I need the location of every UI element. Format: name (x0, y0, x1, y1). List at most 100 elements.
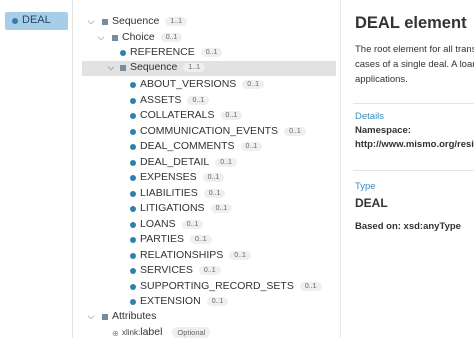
tree-row-element[interactable]: SERVICES 0..1 (72, 264, 340, 279)
chevron-down-icon[interactable]: ⌵ (96, 32, 106, 43)
chevron-down-icon[interactable]: ⌵ (86, 16, 96, 27)
schema-tree: ⌵ Sequence 1..1 ⌵ Choice 0..1 REFERENCE 0..… (72, 0, 340, 338)
tree-row-element[interactable]: EXPENSES 0..1 (72, 171, 340, 186)
tree-row-attributes[interactable]: ⌵ Attributes (72, 310, 340, 325)
element-label: SUPPORTING_RECORD_SETS (140, 279, 294, 292)
element-label: COLLATERALS (140, 109, 215, 121)
choice-label: Choice (122, 31, 155, 43)
tree-row-element[interactable]: COLLATERALS 0..1 (72, 109, 340, 124)
cardinality-badge: 0..1 (284, 126, 306, 136)
root-item-deal[interactable]: DEAL (5, 12, 68, 30)
element-label: COMMUNICATION_EVENTS (140, 124, 279, 137)
cardinality-badge: 0..1 (203, 188, 226, 198)
cardinality-badge: 1..1 (165, 17, 187, 26)
element-label: PARTIES (140, 233, 184, 245)
cardinality-badge: 0..1 (206, 297, 229, 306)
type-value: DEAL (355, 196, 388, 210)
element-label: LITIGATIONS (140, 202, 205, 214)
element-icon (130, 175, 136, 181)
tree-row-choice[interactable]: ⌵ Choice 0..1 (72, 31, 340, 46)
tree-row-element[interactable]: LITIGATIONS 0..1 (72, 202, 340, 217)
element-icon (130, 97, 136, 104)
element-icon (130, 159, 136, 166)
tree-row-reference[interactable]: REFERENCE 0..1 (72, 46, 340, 61)
cardinality-badge: 0..1 (210, 204, 233, 213)
element-icon (130, 206, 136, 212)
element-icon (130, 128, 136, 135)
attribute-icon: ⊕ (112, 329, 119, 338)
root-item-label: DEAL (22, 14, 51, 26)
cardinality-badge: 0..1 (200, 48, 223, 57)
element-label: EXPENSES (140, 171, 197, 183)
divider (353, 103, 474, 104)
attributes-label: Attributes (112, 310, 157, 322)
cardinality-badge: 0..1 (189, 235, 212, 244)
element-label: EXTENSION (140, 295, 201, 307)
cardinality-badge: 0..1 (181, 219, 204, 229)
cardinality-badge: 0..1 (229, 250, 251, 260)
element-icon (130, 299, 136, 305)
tree-row-element[interactable]: LIABILITIES 0..1 (72, 187, 340, 202)
element-icon (130, 82, 136, 88)
element-label: SERVICES (140, 264, 193, 276)
tree-row-element[interactable]: ABOUT_VERSIONS 0..1 (72, 78, 340, 93)
tree-row-element[interactable]: DEAL_DETAIL 0..1 (72, 156, 340, 171)
element-label: ABOUT_VERSIONS (140, 78, 237, 90)
tree-row-element[interactable]: RELATIONSHIPS 0..1 (72, 249, 340, 264)
root-panel: DEAL (0, 0, 73, 338)
cardinality-badge: 0..1 (202, 173, 225, 182)
tree-row-element[interactable]: DEAL_COMMENTS 0..1 (72, 140, 340, 155)
tree-row-element[interactable]: ASSETS 0..1 (72, 94, 340, 109)
element-icon (130, 252, 136, 259)
tree-row-sequence[interactable]: ⌵ Sequence 1..1 (72, 15, 340, 30)
element-label: DEAL_DETAIL (140, 155, 210, 168)
element-label: RELATIONSHIPS (140, 248, 224, 261)
page-title: DEAL element (355, 14, 467, 32)
inner-sequence-label: Sequence (130, 61, 178, 73)
chevron-down-icon[interactable]: ⌵ (86, 311, 96, 322)
cardinality-badge: 0..1 (187, 95, 210, 105)
cardinality-badge: 0..1 (242, 80, 264, 89)
tree-row-element[interactable]: LOANS 0..1 (72, 218, 340, 233)
element-icon (130, 268, 136, 274)
element-icon (130, 113, 136, 119)
element-icon (130, 144, 136, 150)
element-label: LOANS (140, 217, 176, 230)
sequence-label: Sequence (112, 15, 160, 27)
based-on: Based on: xsd:anyType (355, 221, 461, 232)
tree-row-element[interactable]: EXTENSION 0..1 (72, 295, 340, 310)
sequence-icon (120, 65, 126, 71)
optional-badge: Optional (172, 327, 211, 338)
reference-label: REFERENCE (130, 46, 195, 58)
element-icon (130, 237, 136, 243)
divider (353, 170, 474, 171)
details-section-label: Details (355, 111, 385, 122)
sequence-icon (102, 19, 108, 25)
element-icon (130, 190, 136, 197)
cardinality-badge: 0..1 (240, 142, 263, 151)
namespace-value: http://www.mismo.org/resid (355, 139, 474, 150)
cardinality-badge: 0..1 (215, 157, 237, 167)
cardinality-badge: 0..1 (198, 266, 221, 275)
element-icon (12, 18, 18, 24)
element-label: LIABILITIES (140, 186, 198, 199)
element-label: ASSETS (140, 93, 182, 106)
chevron-down-icon[interactable]: ⌵ (106, 62, 116, 73)
cardinality-badge: 1..1 (183, 63, 205, 72)
details-panel: DEAL element The root element for all tr… (340, 0, 474, 338)
tree-row-element[interactable]: COMMUNICATION_EVENTS 0..1 (72, 125, 340, 140)
attribute-prefix: xlink: (122, 328, 141, 337)
choice-icon (112, 35, 118, 41)
element-icon (130, 283, 136, 290)
tree-row-element[interactable]: SUPPORTING_RECORD_SETS 0..1 (72, 280, 340, 295)
namespace-label: Namespace: (355, 125, 411, 136)
tree-row-element[interactable]: PARTIES 0..1 (72, 233, 340, 248)
element-icon (120, 50, 126, 56)
tree-row-xlink-label[interactable]: ⊕ xlink:label Optional (72, 326, 340, 338)
element-label: DEAL_COMMENTS (140, 140, 235, 152)
type-section-label: Type (355, 181, 376, 192)
attribute-name: label (140, 326, 163, 338)
tree-row-inner-sequence[interactable]: ⌵ Sequence 1..1 (82, 61, 336, 76)
cardinality-badge: 0..1 (160, 33, 183, 42)
cardinality-badge: 0..1 (220, 111, 243, 120)
